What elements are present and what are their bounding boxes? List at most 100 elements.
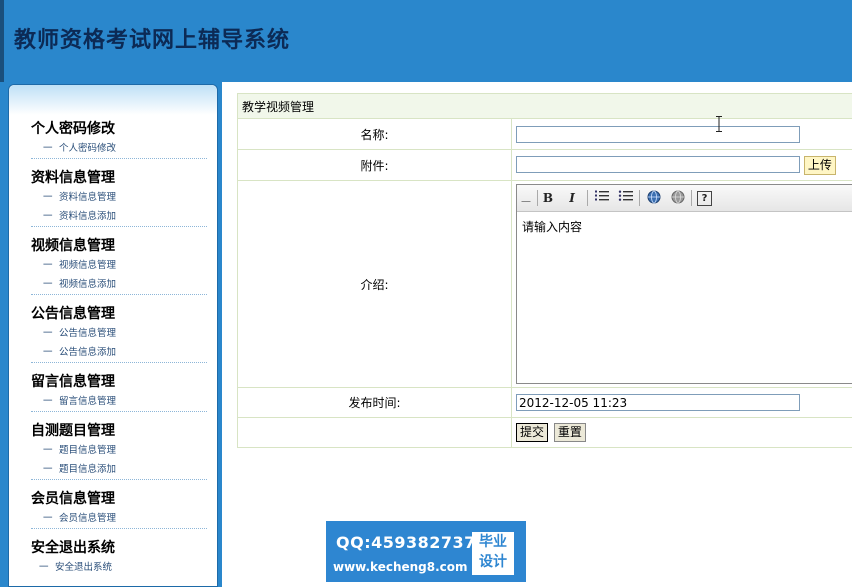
attachment-row: 附件: 上传: [237, 149, 852, 181]
dash-icon: 一: [43, 260, 53, 271]
link-icon[interactable]: [645, 189, 663, 207]
divider: [31, 226, 207, 227]
sidebar-item-materials-add[interactable]: 一资料信息添加: [31, 207, 207, 226]
toolbar-divider: [639, 190, 640, 206]
sidebar-group-title: 个人密码修改: [31, 121, 115, 137]
unlink-icon[interactable]: [669, 189, 687, 207]
publish-cell: [511, 387, 852, 418]
editor-content[interactable]: 请输入内容: [517, 212, 852, 241]
sidebar-group-title: 留言信息管理: [31, 374, 115, 390]
help-icon[interactable]: ?: [697, 191, 712, 206]
sidebar-item-label: 题目信息管理: [59, 445, 117, 456]
sidebar-group-members: 会员信息管理 一会员信息管理: [31, 489, 207, 529]
app-header: 教师资格考试网上辅导系统: [0, 0, 852, 82]
dash-icon: 一: [43, 513, 53, 524]
watermark-banner: QQ:459382737 www.kecheng8.com 毕业 设计: [326, 521, 526, 582]
sidebar-item-questions-manage[interactable]: 一题目信息管理: [31, 441, 207, 460]
intro-label: 介绍:: [237, 180, 512, 388]
name-input[interactable]: [516, 125, 800, 143]
app-title: 教师资格考试网上辅导系统: [14, 27, 291, 53]
name-cell: [511, 118, 852, 150]
watermark-badge-line1: 毕业: [479, 534, 507, 550]
sidebar-item-label: 个人密码修改: [59, 143, 117, 154]
sidebar-group-messages: 留言信息管理 一留言信息管理: [31, 372, 207, 412]
sidebar-group-logout: 安全退出系统 一安全退出系统: [31, 538, 207, 577]
watermark-qq: QQ:459382737: [336, 533, 476, 552]
upload-button[interactable]: 上传: [803, 155, 836, 175]
sidebar-item-logout[interactable]: 一安全退出系统: [31, 558, 207, 577]
divider: [31, 158, 207, 159]
dash-icon: 一: [43, 445, 53, 456]
sidebar-item-messages-manage[interactable]: 一留言信息管理: [31, 392, 207, 411]
attachment-label: 附件:: [237, 149, 512, 181]
dash-icon: 一: [43, 328, 53, 339]
italic-icon[interactable]: I: [563, 189, 581, 207]
intro-cell: ⎽ B I ? 请输入内容: [511, 180, 852, 388]
sidebar-item-label: 公告信息管理: [59, 328, 117, 339]
publish-time-input[interactable]: [516, 394, 800, 411]
sidebar-item-label: 视频信息添加: [59, 279, 117, 290]
ordered-list-icon[interactable]: [593, 189, 611, 207]
sidebar-item-password-change[interactable]: 一个人密码修改: [31, 139, 207, 158]
divider: [31, 528, 207, 529]
sidebar: 个人密码修改 一个人密码修改 资料信息管理 一资料信息管理 一资料信息添加 视频…: [8, 84, 218, 587]
watermark-url: www.kecheng8.com: [333, 560, 468, 574]
sidebar-group-title: 自测题目管理: [31, 423, 115, 439]
reset-button[interactable]: 重置: [553, 423, 586, 442]
intro-row: 介绍: ⎽ B I ? 请输入内容: [237, 180, 852, 388]
name-label: 名称:: [237, 118, 512, 150]
sidebar-group-title: 公告信息管理: [31, 306, 115, 322]
dash-icon: 一: [43, 279, 53, 290]
bold-icon[interactable]: B: [539, 189, 557, 207]
sidebar-header: [9, 85, 217, 115]
sidebar-item-label: 资料信息添加: [59, 211, 117, 222]
attachment-input[interactable]: [516, 156, 800, 173]
actions-row: 提交 重置: [237, 417, 852, 448]
sidebar-group-notices: 公告信息管理 一公告信息管理 一公告信息添加: [31, 304, 207, 363]
form-caption: 教学视频管理: [237, 93, 852, 119]
sidebar-item-label: 视频信息管理: [59, 260, 117, 271]
sidebar-item-label: 安全退出系统: [55, 562, 113, 573]
attachment-cell: 上传: [511, 149, 852, 181]
publish-row: 发布时间:: [237, 387, 852, 418]
sidebar-item-label: 公告信息添加: [59, 347, 117, 358]
dash-icon: 一: [43, 192, 53, 203]
sidebar-item-label: 会员信息管理: [59, 513, 117, 524]
sidebar-item-notices-manage[interactable]: 一公告信息管理: [31, 324, 207, 343]
unordered-list-icon[interactable]: [617, 189, 635, 207]
dash-icon: 一: [43, 143, 53, 154]
sidebar-item-notices-add[interactable]: 一公告信息添加: [31, 343, 207, 362]
video-form: 教学视频管理 名称: 附件: 上传 介绍: ⎽ B I ? 请输入内容 发布时间…: [237, 93, 852, 448]
sidebar-item-members-manage[interactable]: 一会员信息管理: [31, 509, 207, 528]
sidebar-group-materials: 资料信息管理 一资料信息管理 一资料信息添加: [31, 168, 207, 227]
sidebar-group-videos: 视频信息管理 一视频信息管理 一视频信息添加: [31, 236, 207, 295]
text-cursor-icon: [716, 116, 722, 132]
dash-icon: 一: [43, 211, 53, 222]
sidebar-item-questions-add[interactable]: 一题目信息添加: [31, 460, 207, 479]
sidebar-group-title: 安全退出系统: [31, 540, 115, 556]
source-icon[interactable]: ⎽: [517, 189, 535, 207]
rich-text-editor[interactable]: ⎽ B I ? 请输入内容: [516, 184, 852, 384]
dash-icon: 一: [43, 464, 53, 475]
dash-icon: 一: [39, 562, 49, 573]
name-row: 名称:: [237, 118, 852, 150]
publish-label: 发布时间:: [237, 387, 512, 418]
toolbar-divider: [537, 190, 538, 206]
sidebar-item-label: 题目信息添加: [59, 464, 117, 475]
sidebar-group-title: 视频信息管理: [31, 238, 115, 254]
sidebar-item-videos-manage[interactable]: 一视频信息管理: [31, 256, 207, 275]
sidebar-item-label: 留言信息管理: [59, 396, 117, 407]
sidebar-item-label: 资料信息管理: [59, 192, 117, 203]
main-content: 教学视频管理 名称: 附件: 上传 介绍: ⎽ B I ? 请输入内容 发布时间…: [222, 82, 852, 587]
sidebar-group-questions: 自测题目管理 一题目信息管理 一题目信息添加: [31, 421, 207, 480]
dash-icon: 一: [43, 347, 53, 358]
toolbar-divider: [691, 190, 692, 206]
watermark-badge-line2: 设计: [479, 554, 507, 570]
submit-button[interactable]: 提交: [516, 423, 549, 442]
divider: [31, 411, 207, 412]
sidebar-item-videos-add[interactable]: 一视频信息添加: [31, 275, 207, 294]
divider: [31, 362, 207, 363]
sidebar-item-materials-manage[interactable]: 一资料信息管理: [31, 188, 207, 207]
sidebar-group-password: 个人密码修改 一个人密码修改: [31, 119, 207, 159]
watermark-badge: 毕业 设计: [472, 532, 514, 575]
